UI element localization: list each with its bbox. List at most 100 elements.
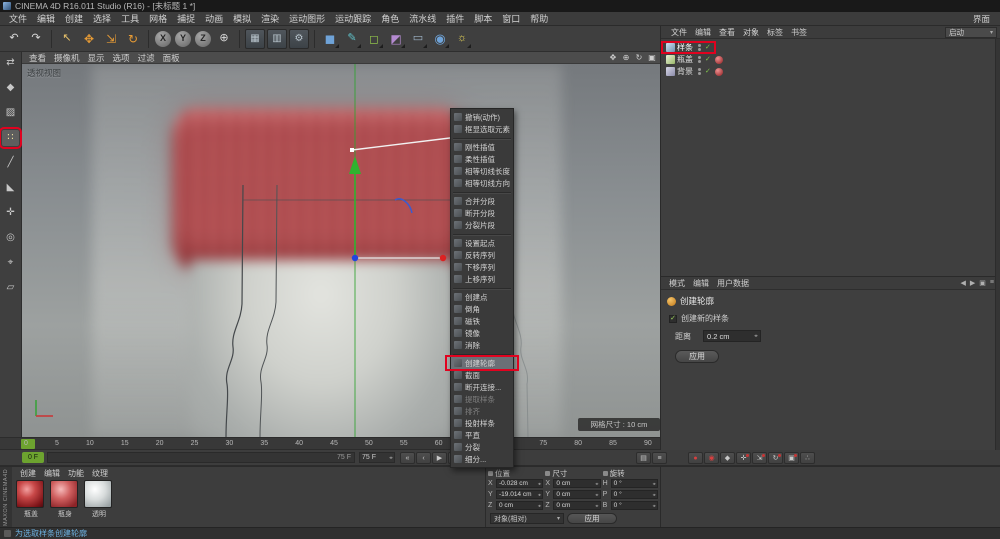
menubar-item[interactable]: 运动跟踪 [330,12,376,25]
workplane-icon[interactable]: ▱ [2,280,19,296]
menu-item-join-segment[interactable]: 合并分段 [451,195,513,207]
viewport-scene[interactable]: 网格尺寸 : 10 cm [22,64,660,437]
coordinate-mode-dropdown[interactable]: 对象(相对) ▾ [490,513,564,524]
distance-field[interactable]: 0.2 cm ◂▸ [703,330,761,342]
stepper-arrows-icon[interactable]: ◂▸ [595,503,598,509]
menu-item-magnet[interactable]: 磁铁 [451,315,513,327]
keyframe-mode-button[interactable]: ▤ [636,452,651,464]
menu-item-extract-spline[interactable]: 提取样条 [451,393,513,405]
object-manager-menu-item[interactable]: 标签 [763,27,787,38]
menubar-item[interactable]: 模拟 [228,12,256,25]
edge-point-handle[interactable] [350,148,354,152]
enabled-check-icon[interactable]: ✓ [705,56,711,63]
viewport-solo-icon[interactable]: ◎ [2,230,19,246]
add-spline-pen-icon[interactable]: ✎ [342,29,362,49]
polygon-mode-icon[interactable]: ◣ [2,180,19,196]
texture-mode-icon[interactable]: ▨ [2,105,19,121]
selected-edge[interactable] [351,136,459,151]
menu-item-split[interactable]: 分裂 [451,441,513,453]
live-selection-icon[interactable]: ↖ [57,29,77,49]
play-button[interactable]: ▶ [432,452,447,464]
menu-item-disconnect[interactable]: 断开连接... [451,381,513,393]
size-field[interactable]: Y 0 cm ◂▸ [545,489,601,500]
menubar-item[interactable]: 帮助 [525,12,553,25]
spline-outline-left[interactable] [225,184,244,437]
material-menu-item[interactable]: 功能 [64,468,88,479]
add-camera-icon[interactable]: ◉ [430,29,450,49]
stepper-arrows-icon[interactable]: ◂▸ [652,503,655,509]
menubar-item[interactable]: 动画 [200,12,228,25]
menubar-item[interactable]: 插件 [441,12,469,25]
attribute-manager-menu-item[interactable]: 用户数据 [713,278,753,289]
scale-key-button[interactable]: ⇲ [752,452,767,464]
menu-item-undo-action[interactable]: 撤销(动作) [451,111,513,123]
rotation-field[interactable]: H 0 ° ◂▸ [603,478,658,489]
menu-item-frame-selected[interactable]: 框显选取元素 [451,123,513,135]
attribute-manager-menu-item[interactable]: 模式 [665,278,689,289]
menubar-item[interactable]: 选择 [88,12,116,25]
viewport-name-label[interactable]: 透视视图 [27,67,61,79]
menu-item-move-up-sequence[interactable]: 上移序列 [451,273,513,285]
material-thumbnail[interactable] [16,480,44,508]
menubar-item[interactable]: 角色 [376,12,404,25]
stepper-arrows-icon[interactable]: ◂▸ [538,481,541,487]
enabled-check-icon[interactable]: ✓ [705,44,711,51]
menu-item-create-point[interactable]: 创建点 [451,291,513,303]
menubar-item[interactable]: 编辑 [32,12,60,25]
scrollbar[interactable] [995,39,1000,450]
pla-key-button[interactable]: ∴ [800,452,815,464]
viewport-menu-item[interactable]: 查看 [25,52,50,64]
menu-item-equal-tangent-direction[interactable]: 相等切线方向 [451,177,513,189]
parameter-key-button[interactable]: ▣ [784,452,799,464]
redo-icon[interactable]: ↷ [26,29,46,49]
render-picture-viewer-icon[interactable]: ▥ [267,28,287,49]
menubar-item[interactable]: 脚本 [469,12,497,25]
object-manager-menu-item[interactable]: 对象 [739,27,763,38]
viewport[interactable]: 查看 摄像机 显示 选项 过滤 面板 ✥ ⊕ ↻ ▣ 透视视图 网格尺寸: 1… [22,52,660,437]
x-axis-point-handle[interactable] [439,254,447,262]
enable-snap-icon[interactable]: ⌖ [2,255,19,271]
add-generator-icon[interactable]: ◻ [364,29,384,49]
position-field[interactable]: X -0.028 cm ◂▸ [488,478,544,489]
timeline-ruler[interactable]: 051015202530354045505560657075808590 [0,437,660,450]
viewport-menu-item[interactable]: 面板 [159,52,184,64]
coords-apply-button[interactable]: 应用 [567,513,617,524]
pan-view-icon[interactable]: ✥ [608,53,618,62]
menubar-item[interactable]: 运动图形 [284,12,330,25]
stepper-arrows-icon[interactable]: ◂▸ [595,481,598,487]
viewport-menu-item[interactable]: 摄像机 [50,52,84,64]
record-keyframe-button[interactable]: ● [688,452,703,464]
rotate-tool-icon[interactable]: ↻ [123,29,143,49]
material-tag-icon[interactable] [714,67,723,76]
x-axis-lock-button[interactable]: X [155,30,171,47]
menu-item-dissolve[interactable]: 消除 [451,339,513,351]
object-manager-menu-item[interactable]: 编辑 [691,27,715,38]
object-manager-menu-item[interactable]: 书签 [787,27,811,38]
stepper-arrows-icon[interactable]: ◂▸ [389,455,393,461]
stepper-arrows-icon[interactable]: ◂▸ [538,503,541,509]
z-axis-lock-button[interactable]: Z [195,30,211,47]
stepper-arrows-icon[interactable]: ◂▸ [652,481,655,487]
y-axis-arrow[interactable] [349,156,361,174]
object-manager-menu-item[interactable]: 查看 [715,27,739,38]
stepper-arrows-icon[interactable]: ◂▸ [754,333,758,339]
visibility-dots[interactable] [698,56,701,63]
stepper-arrows-icon[interactable]: ◂▸ [538,492,541,498]
menu-item-equal-tangent-length[interactable]: 相等切线长度 [451,165,513,177]
prev-key-button[interactable]: ‹ [416,452,431,464]
rotation-field[interactable]: B 0 ° ◂▸ [603,500,658,511]
rotate-view-icon[interactable]: ↻ [634,53,644,62]
toggle-view-icon[interactable]: ▣ [647,53,657,62]
menu-item-set-first-point[interactable]: 设置起点 [451,237,513,249]
size-field[interactable]: Z 0 cm ◂▸ [545,500,601,511]
keyframe-selection-button[interactable]: ◆ [720,452,735,464]
menu-item-project-spline[interactable]: 投射样条 [451,417,513,429]
menu-item-break-segment[interactable]: 断开分段 [451,207,513,219]
material-thumbnail[interactable] [84,480,112,508]
toolbar-icon[interactable] [239,29,240,48]
menu-item-explode-segments[interactable]: 分裂片段 [451,219,513,231]
menu-item-soft-interpolation[interactable]: 柔性插值 [451,153,513,165]
object-row-cap[interactable]: 瓶盖 ✓ [664,54,725,65]
y-axis-lock-button[interactable]: Y [175,30,191,47]
attribute-manager-menu-item[interactable]: 编辑 [689,278,713,289]
